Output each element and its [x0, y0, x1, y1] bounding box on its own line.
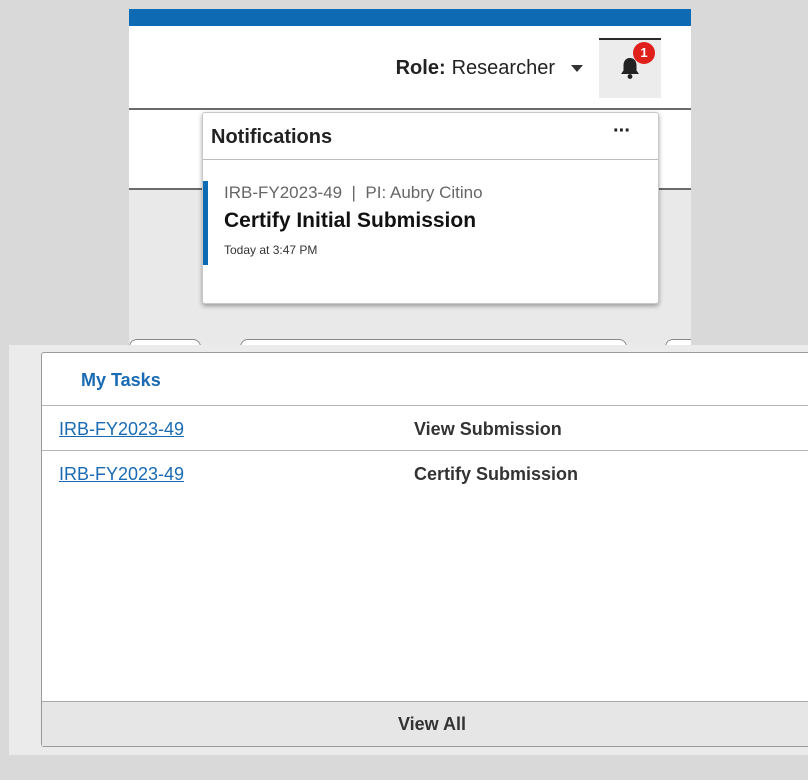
role-selector[interactable]: Role: Researcher: [396, 57, 583, 80]
header-screenshot: Role: Researcher 1 Notifications ··· IRB…: [129, 9, 691, 345]
role-label: Role:: [395, 57, 446, 79]
task-id-link[interactable]: IRB-FY2023-49: [59, 419, 184, 440]
top-accent-bar: [129, 9, 691, 26]
task-row: IRB-FY2023-49 View Submission: [42, 406, 808, 451]
role-value: Researcher: [451, 57, 555, 79]
caret-down-icon: [571, 65, 583, 72]
view-all-button[interactable]: View All: [42, 701, 808, 746]
task-action: Certify Submission: [414, 464, 579, 484]
app-header: Role: Researcher 1: [129, 26, 691, 110]
notifications-button[interactable]: 1: [599, 38, 661, 98]
task-action: View Submission: [414, 419, 562, 439]
notifications-title: Notifications: [211, 126, 333, 148]
notification-unread-indicator: [203, 181, 208, 265]
tasks-screenshot: My Tasks IRB-FY2023-49 View Submission I…: [9, 345, 808, 755]
notification-item[interactable]: IRB-FY2023-49 | PI: Aubry Citino Certify…: [203, 181, 658, 265]
notifications-dropdown: Notifications ··· IRB-FY2023-49 | PI: Au…: [202, 112, 659, 304]
task-id-link[interactable]: IRB-FY2023-49: [59, 464, 184, 485]
notification-title: Certify Initial Submission: [224, 209, 477, 232]
my-tasks-panel: My Tasks IRB-FY2023-49 View Submission I…: [41, 352, 808, 747]
my-tasks-header: My Tasks: [42, 353, 808, 406]
more-horizontal-icon[interactable]: ···: [613, 120, 631, 143]
notification-timestamp: Today at 3:47 PM: [224, 243, 318, 257]
task-row: IRB-FY2023-49 Certify Submission: [42, 451, 808, 495]
notification-meta: IRB-FY2023-49 | PI: Aubry Citino: [224, 183, 483, 202]
notification-count-badge: 1: [633, 42, 655, 64]
notifications-header: Notifications ···: [203, 113, 658, 160]
my-tasks-title: My Tasks: [81, 370, 161, 390]
